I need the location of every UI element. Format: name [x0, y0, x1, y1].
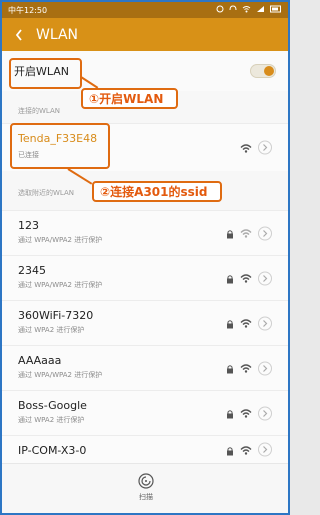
lock-icon — [226, 314, 234, 333]
annotation-box-connected — [10, 123, 110, 169]
network-security: 通过 WPA/WPA2 进行保护 — [18, 236, 103, 244]
details-chevron-icon[interactable] — [258, 316, 272, 330]
network-security: 通过 WPA2 进行保护 — [18, 326, 85, 334]
status-time: 中午12:50 — [8, 5, 48, 15]
scan-label: 扫描 — [139, 493, 153, 501]
details-chevron-icon[interactable] — [258, 442, 272, 457]
wifi-signal-icon — [240, 404, 252, 423]
row-icons — [226, 314, 272, 333]
row-icons — [226, 359, 272, 378]
details-chevron-icon[interactable] — [258, 226, 272, 240]
connected-section-label: 连接的WLAN — [18, 107, 61, 115]
wifi-signal-icon — [240, 359, 252, 378]
network-ssid: AAAaaa — [18, 354, 62, 367]
network-ssid: 123 — [18, 219, 39, 232]
annotation-box-toggle — [9, 58, 82, 89]
network-row[interactable]: AAAaaa 通过 WPA/WPA2 进行保护 — [2, 345, 288, 390]
wifi-signal-icon — [240, 440, 252, 459]
wifi-signal-icon — [240, 269, 252, 288]
row-icons — [226, 269, 272, 288]
back-arrow-icon[interactable] — [12, 28, 26, 42]
battery-icon — [270, 5, 282, 15]
wlan-switch[interactable] — [250, 64, 276, 78]
lock-icon — [226, 224, 234, 243]
bottom-bar: 扫描 — [2, 463, 288, 513]
row-icons — [240, 138, 272, 157]
status-icons — [216, 5, 282, 15]
row-icons — [226, 440, 272, 459]
network-ssid: IP-COM-X3-0 — [18, 444, 87, 457]
network-row[interactable]: Boss-Google 通过 WPA2 进行保护 — [2, 390, 288, 435]
network-ssid: Boss-Google — [18, 399, 87, 412]
details-chevron-icon[interactable] — [258, 140, 272, 155]
scan-button[interactable]: 扫描 — [132, 472, 160, 502]
network-ssid: 360WiFi-7320 — [18, 309, 94, 322]
phone-screen-frame: 中午12:50 WLAN 开启WLAN ①开启WLAN 连接的WLAN Tend… — [0, 0, 290, 515]
network-ssid: 2345 — [18, 264, 46, 277]
alarm-icon — [216, 5, 224, 15]
lock-icon — [226, 404, 234, 423]
scan-icon — [138, 473, 154, 489]
network-security: 通过 WPA/WPA2 进行保护 — [18, 371, 103, 379]
details-chevron-icon[interactable] — [258, 271, 272, 285]
details-chevron-icon[interactable] — [258, 361, 272, 375]
wifi-signal-icon — [240, 314, 252, 333]
wifi-signal-icon — [240, 224, 252, 243]
status-bar: 中午12:50 — [2, 2, 288, 18]
row-icons — [226, 404, 272, 423]
network-row[interactable]: 123 通过 WPA/WPA2 进行保护 — [2, 210, 288, 255]
lock-icon — [226, 269, 234, 288]
lock-icon — [226, 359, 234, 378]
title-bar: WLAN — [2, 18, 288, 51]
annotation-step1: ①开启WLAN — [81, 88, 178, 109]
wifi-signal-icon — [240, 138, 252, 157]
network-security: 通过 WPA/WPA2 进行保护 — [18, 281, 103, 289]
details-chevron-icon[interactable] — [258, 406, 272, 420]
switch-knob — [264, 66, 274, 76]
network-row[interactable]: 2345 通过 WPA/WPA2 进行保护 — [2, 255, 288, 300]
network-row[interactable]: IP-COM-X3-0 — [2, 435, 288, 463]
annotation-step2: ②连接A301的ssid — [92, 181, 222, 202]
wifi-icon — [242, 5, 251, 15]
network-security: 通过 WPA2 进行保护 — [18, 416, 85, 424]
lock-icon — [226, 440, 234, 459]
signal-icon — [256, 5, 265, 15]
nearby-section-label: 选取附近的WLAN — [18, 189, 75, 197]
row-icons — [226, 224, 272, 243]
headset-icon — [229, 5, 237, 15]
network-row[interactable]: 360WiFi-7320 通过 WPA2 进行保护 — [2, 300, 288, 345]
page-title: WLAN — [36, 26, 79, 43]
